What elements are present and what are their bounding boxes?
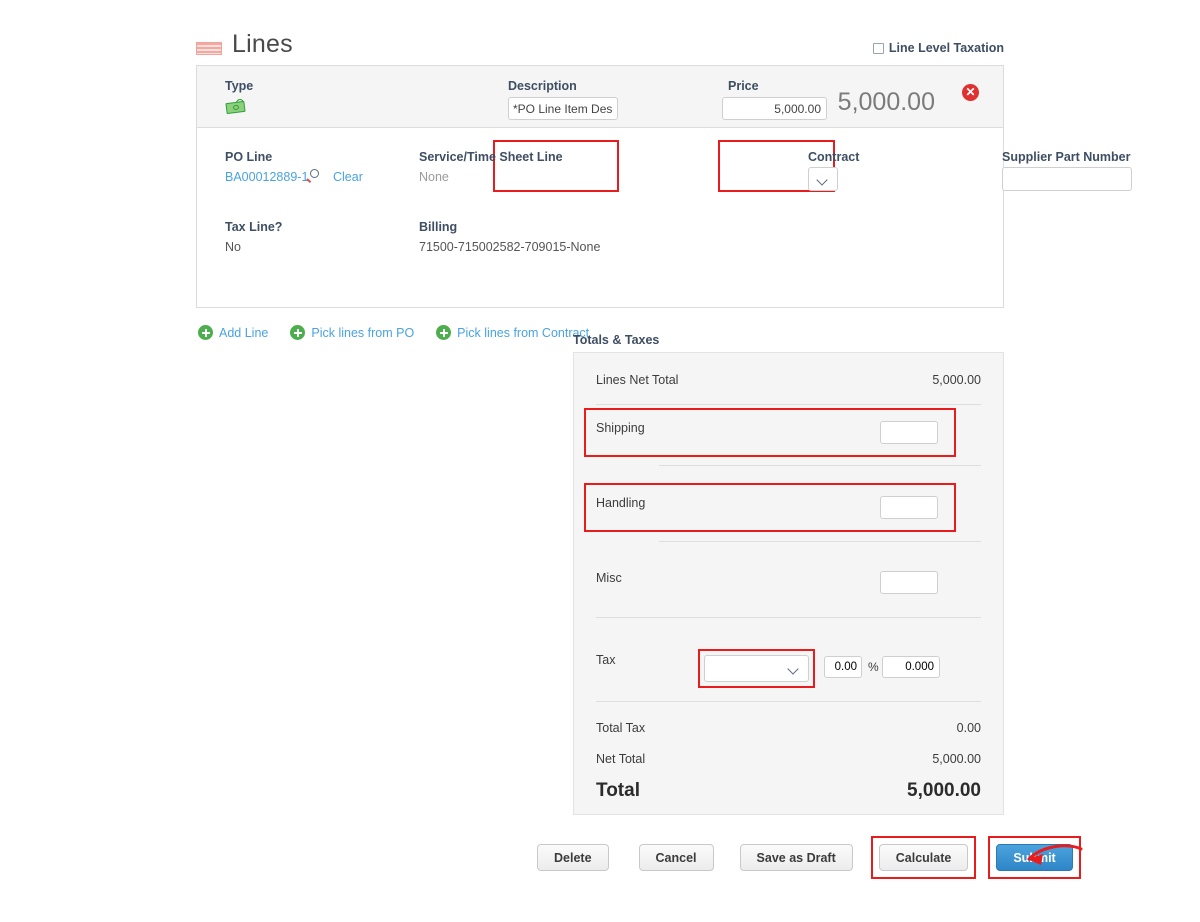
lines-icon xyxy=(196,42,222,55)
handling-input[interactable] xyxy=(880,496,938,519)
description-highlight xyxy=(493,140,619,192)
handling-label: Handling xyxy=(596,496,646,510)
net-total-value: 5,000.00 xyxy=(932,752,981,766)
billing-label: Billing xyxy=(419,220,458,234)
tax-line-label: Tax Line? xyxy=(225,220,283,234)
chevron-down-icon xyxy=(816,174,828,186)
divider xyxy=(659,465,981,466)
total-label: Total xyxy=(596,780,640,801)
tax-amount-input[interactable] xyxy=(882,656,940,678)
invoice-line-card: Type Description Price 5,000.00 ✕ PO Lin… xyxy=(196,65,1132,308)
plus-circle-icon xyxy=(290,325,306,340)
price-input[interactable] xyxy=(722,97,827,120)
plus-circle-icon xyxy=(198,325,213,340)
invoice-lines-page: Lines Line Level Taxation Type Descripti… xyxy=(0,0,1200,922)
shipping-label: Shipping xyxy=(596,421,645,435)
supplier-part-number-label: Supplier Part Number xyxy=(1002,150,1131,164)
service-time-sheet-line-label: Service/Time Sheet Line xyxy=(419,150,563,164)
lines-net-total-value: 5,000.00 xyxy=(932,373,981,387)
delete-circle-icon[interactable]: ✕ xyxy=(962,84,979,101)
cancel-button[interactable]: Cancel xyxy=(638,844,714,871)
billing-value: 71500-715002582-709015-None xyxy=(419,240,601,254)
line-actions: Add Line Pick lines from PO Pick lines f… xyxy=(198,325,589,340)
service-time-sheet-line-value: None xyxy=(419,170,449,184)
divider xyxy=(596,617,981,618)
pick-lines-from-po-label: Pick lines from PO xyxy=(311,325,415,340)
line-amount: 5,000.00 xyxy=(837,88,935,116)
description-label: Description xyxy=(508,79,577,93)
checkbox-box[interactable] xyxy=(872,42,884,54)
divider xyxy=(596,701,981,702)
misc-label: Misc xyxy=(596,571,622,585)
add-line-button[interactable]: Add Line xyxy=(198,325,268,340)
lines-section-header: Lines Line Level Taxation xyxy=(196,30,1004,63)
price-label: Price xyxy=(728,79,759,93)
lines-net-total-label: Lines Net Total xyxy=(596,373,679,387)
net-total-label: Net Total xyxy=(596,752,646,766)
contract-select[interactable] xyxy=(808,167,838,191)
add-line-label: Add Line xyxy=(219,325,269,340)
red-arrow-annotation xyxy=(1027,844,1083,865)
line-level-taxation-checkbox[interactable]: Line Level Taxation xyxy=(872,41,1004,55)
po-line-value-link[interactable]: BA00012889-1 xyxy=(225,170,308,184)
shipping-input[interactable] xyxy=(880,421,938,444)
tax-code-select[interactable] xyxy=(704,655,809,682)
pick-lines-from-contract-button[interactable]: Pick lines from Contract xyxy=(436,325,589,340)
line-level-taxation-label: Line Level Taxation xyxy=(888,41,1004,55)
divider xyxy=(596,404,981,405)
contract-label: Contract xyxy=(808,150,860,164)
description-input[interactable] xyxy=(508,97,618,120)
divider xyxy=(659,541,981,542)
money-icon xyxy=(225,99,246,115)
pick-lines-from-po-button[interactable]: Pick lines from PO xyxy=(290,325,414,340)
type-label: Type xyxy=(225,79,254,93)
totals-taxes-panel: Lines Net Total 5,000.00 Shipping Handli… xyxy=(573,352,1004,815)
calculate-button[interactable]: Calculate xyxy=(878,844,969,871)
total-tax-value: 0.00 xyxy=(956,721,981,735)
po-line-label: PO Line xyxy=(225,150,273,164)
delete-button[interactable]: Delete xyxy=(537,844,609,871)
totals-taxes-title: Totals & Taxes xyxy=(573,333,660,347)
total-tax-label: Total Tax xyxy=(596,721,646,735)
misc-input[interactable] xyxy=(880,571,938,594)
save-as-draft-button[interactable]: Save as Draft xyxy=(739,844,853,871)
tax-line-value: No xyxy=(225,240,241,254)
po-line-clear-link[interactable]: Clear xyxy=(333,170,363,184)
percent-sign-label: % xyxy=(868,660,879,674)
footer-button-bar: Delete Cancel Save as Draft Calculate Su… xyxy=(537,836,1081,879)
search-icon[interactable] xyxy=(306,169,322,184)
tax-rate-input[interactable] xyxy=(824,656,862,678)
chevron-down-icon xyxy=(787,663,799,675)
page-title: Lines xyxy=(232,30,293,58)
supplier-part-number-input[interactable] xyxy=(1002,167,1132,191)
tax-label: Tax xyxy=(596,653,616,667)
total-value: 5,000.00 xyxy=(907,780,981,801)
pick-lines-from-contract-label: Pick lines from Contract xyxy=(457,325,590,340)
plus-circle-icon xyxy=(436,325,452,340)
